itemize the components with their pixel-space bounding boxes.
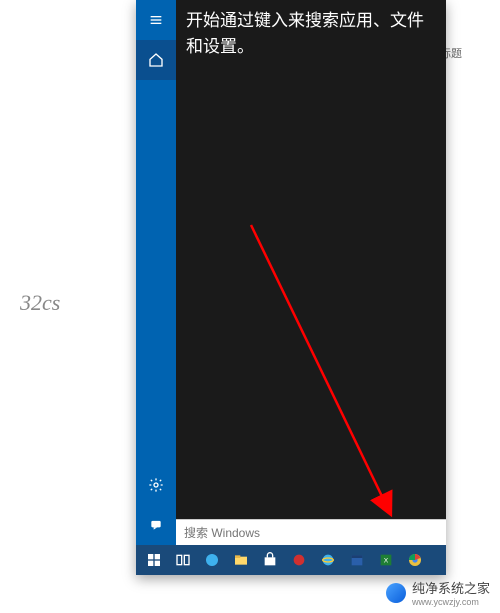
taskbar: X (136, 545, 446, 575)
svg-text:X: X (384, 558, 389, 565)
store-icon[interactable] (256, 546, 284, 574)
file-explorer-icon[interactable] (227, 546, 255, 574)
hamburger-menu-icon[interactable] (136, 0, 176, 40)
search-left-rail (136, 0, 176, 545)
feedback-icon[interactable] (136, 505, 176, 545)
app-red-icon[interactable] (285, 546, 313, 574)
search-prompt-text: 开始通过键入来搜索应用、文件和设置。 (176, 0, 446, 59)
watermark-logo-icon (386, 583, 406, 603)
edge-icon[interactable] (198, 546, 226, 574)
taskview-icon[interactable] (169, 546, 197, 574)
excel-icon[interactable]: X (372, 546, 400, 574)
search-input-bar[interactable] (176, 519, 446, 545)
page-background: 32cs 标题 开始通过键入来搜索应用、文件和设置。 (0, 0, 500, 613)
search-input[interactable] (184, 526, 438, 540)
watermark-bottom: 纯净系统之家 www.ycwzjy.com (386, 578, 490, 607)
settings-gear-icon[interactable] (136, 465, 176, 505)
watermark-url: www.ycwzjy.com (412, 597, 490, 607)
start-button[interactable] (140, 546, 168, 574)
windows-search-flyout: 开始通过键入来搜索应用、文件和设置。 (136, 0, 446, 575)
chrome-icon[interactable] (401, 546, 429, 574)
home-icon[interactable] (136, 40, 176, 80)
search-results-panel: 开始通过键入来搜索应用、文件和设置。 (176, 0, 446, 519)
watermark-title: 纯净系统之家 (412, 578, 490, 597)
calendar-icon[interactable] (343, 546, 371, 574)
watermark-left: 32cs (20, 290, 60, 316)
ie-icon[interactable] (314, 546, 342, 574)
